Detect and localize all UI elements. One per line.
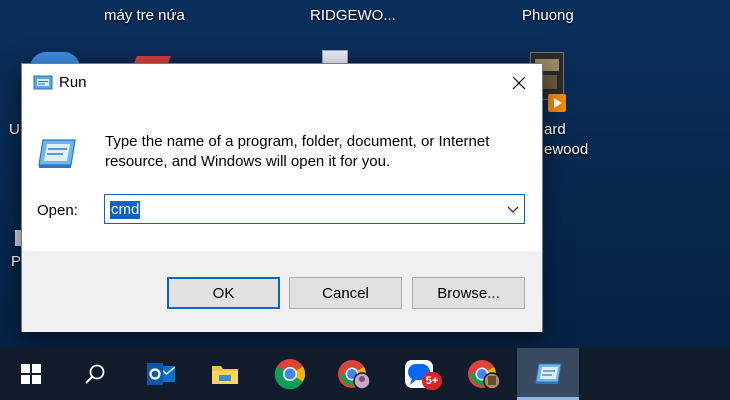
run-icon xyxy=(535,363,562,384)
chrome-profile-icon xyxy=(468,360,501,390)
notification-badge: 5+ xyxy=(422,372,442,390)
taskbar: 5+ xyxy=(0,348,730,400)
close-icon xyxy=(512,76,526,90)
taskbar-chrome-profile-1[interactable] xyxy=(323,348,385,400)
desktop-icon-label[interactable]: ewood xyxy=(544,141,588,159)
taskbar-run[interactable] xyxy=(517,348,579,400)
chrome-profile-icon xyxy=(338,360,371,390)
search-button[interactable] xyxy=(64,348,126,400)
taskbar-file-explorer[interactable] xyxy=(194,348,256,400)
open-combobox[interactable]: cmd xyxy=(104,194,525,224)
media-player-icon xyxy=(548,94,566,112)
search-icon xyxy=(85,364,105,384)
run-large-icon xyxy=(37,137,77,171)
desktop-icon-label[interactable]: P xyxy=(11,253,21,271)
start-button[interactable] xyxy=(0,348,62,400)
document-icon[interactable] xyxy=(322,50,348,64)
outlook-icon xyxy=(147,363,176,385)
dialog-description: Type the name of a program, folder, docu… xyxy=(105,133,490,170)
chevron-down-icon[interactable] xyxy=(506,202,520,216)
folder-icon xyxy=(212,366,238,384)
windows-logo-icon xyxy=(21,364,41,384)
desktop-icon-label[interactable]: U xyxy=(9,121,20,139)
taskbar-chrome[interactable] xyxy=(259,348,321,400)
run-dialog: Run Type the name of a program, folder, … xyxy=(21,63,543,332)
desktop-icon-label[interactable]: Phuong xyxy=(522,7,574,25)
chrome-icon xyxy=(274,359,306,390)
taskbar-outlook[interactable] xyxy=(130,348,192,400)
desktop-icon-label[interactable]: máy tre nứa xyxy=(104,7,185,25)
desktop-icon-label[interactable]: ard xyxy=(544,121,566,139)
ok-button[interactable]: OK xyxy=(167,277,280,309)
run-icon xyxy=(33,74,53,92)
browse-button[interactable]: Browse... xyxy=(412,277,525,309)
taskbar-chrome-profile-2[interactable] xyxy=(453,348,515,400)
open-label: Open: xyxy=(37,202,78,219)
taskbar-zalo[interactable]: 5+ xyxy=(388,348,450,400)
close-button[interactable] xyxy=(496,64,542,102)
desktop-icon-label[interactable]: RIDGEWO... xyxy=(310,7,396,25)
title-bar[interactable]: Run xyxy=(22,64,542,102)
cancel-button[interactable]: Cancel xyxy=(289,277,402,309)
open-input-value[interactable]: cmd xyxy=(110,201,141,219)
dialog-title: Run xyxy=(59,74,87,91)
button-area: OK Cancel Browse... xyxy=(22,251,542,332)
